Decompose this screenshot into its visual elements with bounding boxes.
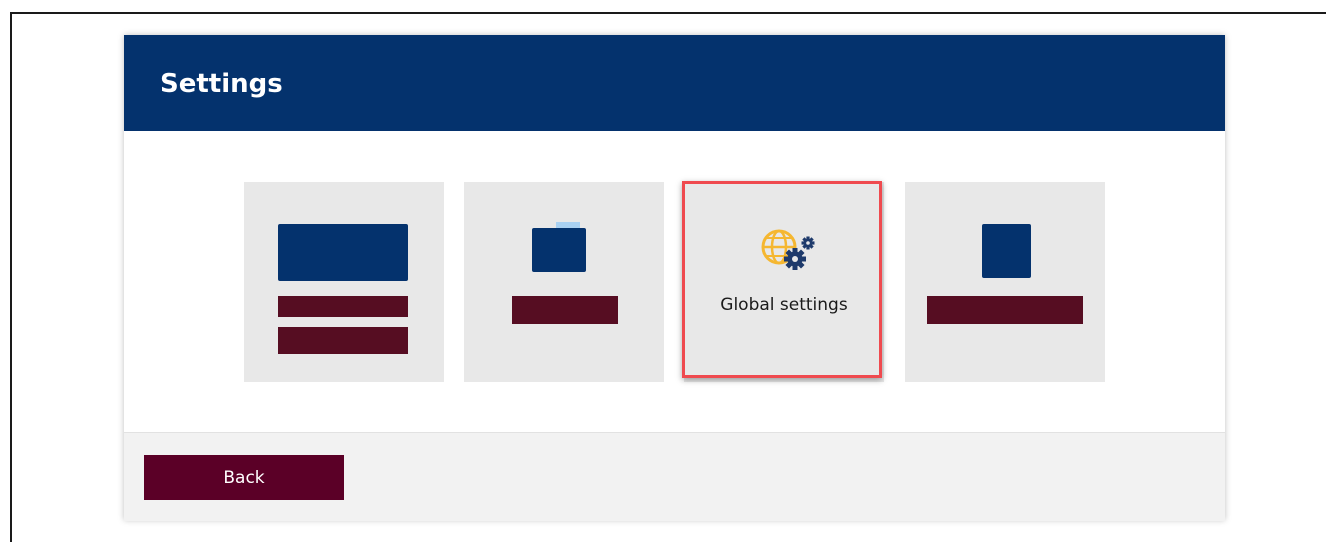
back-button[interactable]: Back xyxy=(144,455,344,500)
dialog-header: Settings xyxy=(124,35,1225,131)
global-settings-label: Global settings xyxy=(720,295,848,315)
tile-placeholder-bar xyxy=(512,296,618,324)
tile-placeholder-block xyxy=(532,228,586,272)
globe-gear-icon xyxy=(761,229,815,270)
dialog-title: Settings xyxy=(160,69,283,99)
tile-placeholder-bar xyxy=(927,296,1083,324)
settings-tile-2[interactable] xyxy=(464,182,664,382)
tile-placeholder-block xyxy=(278,224,408,281)
tile-placeholder-bar xyxy=(278,296,408,317)
tile-placeholder-bar xyxy=(278,327,408,354)
global-settings-tile[interactable]: Global settings xyxy=(684,182,884,382)
settings-tile-4[interactable] xyxy=(905,182,1105,382)
dialog-footer: Back xyxy=(124,432,1225,521)
tile-placeholder-block xyxy=(982,224,1031,278)
settings-tile-1[interactable] xyxy=(244,182,444,382)
settings-dialog: Settings Global settings Back xyxy=(124,35,1225,521)
